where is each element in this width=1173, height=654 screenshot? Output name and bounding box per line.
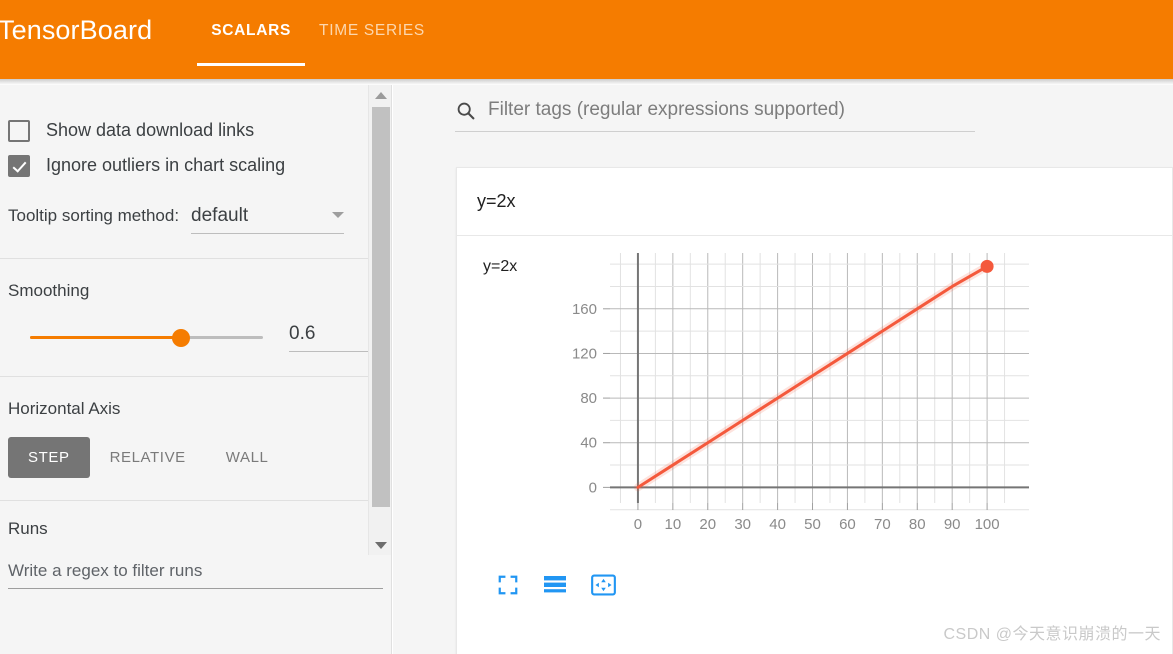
smoothing-slider-thumb[interactable] [172,328,190,347]
tooltip-sorting-row: Tooltip sorting method: default [0,205,391,234]
chart-x-tick-label: 70 [874,516,891,533]
sidebar-scrollbar[interactable] [368,85,391,555]
horizontal-axis-options: STEP RELATIVE WALL [0,437,391,478]
toggle-data-table-icon[interactable] [543,575,567,595]
horizontal-axis-wall[interactable]: WALL [206,437,289,478]
show-data-download-links-checkbox[interactable] [8,119,30,142]
card-header[interactable]: y=2x [457,168,1172,236]
runs-filter-input[interactable]: Write a regex to filter runs [8,561,383,589]
scalar-card: y=2x y=2x 0 40 80 120 160 0 10 20 30 40 50 60 70 80 90… [456,167,1173,654]
filter-tags-placeholder: Filter tags (regular expressions support… [488,99,845,120]
expand-chart-icon[interactable] [497,574,519,596]
tab-active-underline [197,63,306,66]
chart-y-tick-label: 40 [580,435,597,452]
app-bar: TensorBoard SCALARS TIME SERIES [0,0,1173,79]
chart-y-tick-label: 160 [572,301,597,318]
chart-x-tick-label: 20 [699,516,716,533]
ignore-outliers-checkbox[interactable] [8,154,30,177]
divider-runs [0,500,391,501]
smoothing-slider[interactable] [8,328,263,347]
main-panel: Filter tags (regular expressions support… [393,85,1173,654]
checkbox-row-show-data-download-links[interactable]: Show data download links [0,113,391,148]
smoothing-value-input[interactable]: 0.6 [289,323,373,352]
chart-x-tick-label: 100 [975,516,1000,533]
chart-container: y=2x 0 40 80 120 160 0 10 20 30 40 50 60 70 80 90 100 [457,236,1173,596]
chart-x-tick-label: 60 [839,516,856,533]
smoothing-title: Smoothing [8,281,90,300]
tab-time-series[interactable]: TIME SERIES [305,20,439,79]
chart-x-tick-label: 0 [634,516,642,533]
tab-bar: SCALARS TIME SERIES [197,20,439,79]
tab-scalars[interactable]: SCALARS [197,20,306,79]
scroll-up-arrow-icon[interactable] [369,85,391,105]
chart-x-tick-label: 40 [769,516,786,533]
tag-group-title: y=2x [477,191,516,211]
smoothing-slider-fill [30,335,180,339]
horizontal-axis-title: Horizontal Axis [8,399,121,418]
chart-x-tick-label: 10 [665,516,682,533]
divider-smoothing [0,258,391,259]
tooltip-sorting-select[interactable]: default [191,205,345,234]
chart-y-tick-label: 80 [580,390,597,407]
chart-x-tick-label: 50 [804,516,821,533]
settings-sidebar: Show data download links Ignore outliers… [0,85,392,654]
search-icon [457,102,475,119]
scroll-down-arrow-icon[interactable] [369,535,391,555]
fit-domain-icon[interactable] [591,574,616,596]
chart-y-tick-label: 0 [589,479,597,496]
tab-scalars-label: SCALARS [211,22,292,39]
chart-y-tick-label: 120 [572,345,597,362]
tooltip-sorting-label: Tooltip sorting method: [8,206,180,225]
tooltip-sorting-value: default [191,205,249,226]
tab-time-series-label: TIME SERIES [319,22,425,39]
horizontal-axis-relative[interactable]: RELATIVE [90,437,206,478]
filter-tags-field[interactable]: Filter tags (regular expressions support… [455,99,975,132]
sidebar-scrollbar-thumb[interactable] [372,107,390,507]
ignore-outliers-label: Ignore outliers in chart scaling [46,155,286,175]
chevron-down-icon [332,211,345,218]
watermark: CSDN @今天意识崩溃的一天 [943,626,1161,643]
chart-toolbar [497,574,616,596]
chart-x-tick-label: 90 [944,516,961,533]
chart-endpoint-marker [980,259,994,273]
show-data-download-links-label: Show data download links [46,120,255,140]
chart-x-tick-label: 30 [734,516,751,533]
divider-horizontal-axis [0,376,391,377]
smoothing-row: 0.6 [0,323,391,352]
scalar-line-chart[interactable]: 0 40 80 120 160 0 10 20 30 40 50 60 70 80 90 100 [457,236,1173,566]
chart-x-tick-label: 80 [909,516,926,533]
runs-title: Runs [8,519,48,538]
app-title: TensorBoard [0,15,153,45]
checkbox-row-ignore-outliers[interactable]: Ignore outliers in chart scaling [0,148,391,183]
horizontal-axis-step[interactable]: STEP [8,437,90,478]
